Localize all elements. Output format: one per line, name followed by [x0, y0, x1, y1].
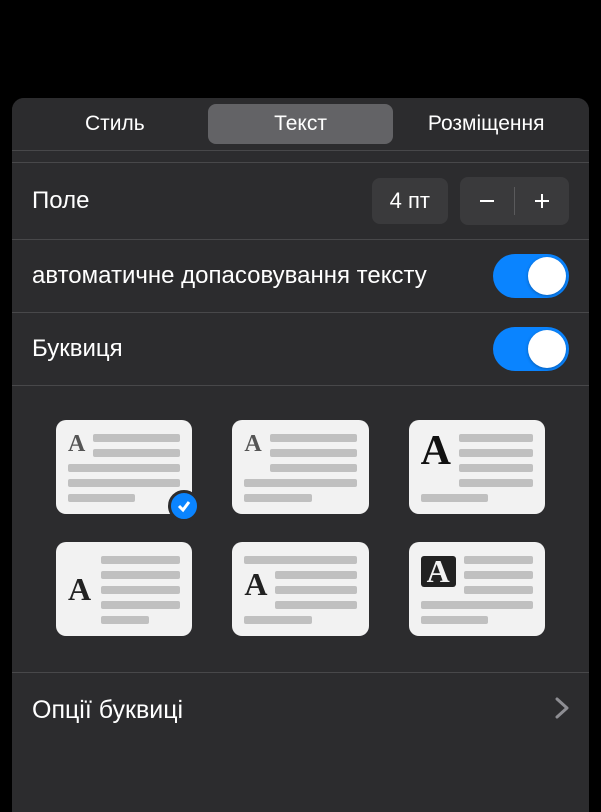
selected-check-icon — [168, 490, 200, 522]
autofit-toggle[interactable] — [493, 254, 569, 298]
margin-increase-button[interactable] — [515, 177, 569, 225]
autofit-label: автоматичне допасовування тексту — [32, 261, 493, 291]
dropcap-toggle[interactable] — [493, 327, 569, 371]
dropcap-options-label: Опції буквиці — [32, 696, 555, 725]
dropcap-style-6[interactable]: A — [409, 542, 545, 636]
margin-row: Поле 4 пт — [12, 163, 589, 240]
chevron-right-icon — [555, 695, 569, 726]
margin-stepper — [460, 177, 569, 225]
dropcap-options-row[interactable]: Опції буквиці — [12, 673, 589, 748]
margin-decrease-button[interactable] — [460, 177, 514, 225]
dropcap-style-4[interactable]: A — [56, 542, 192, 636]
dropcap-label: Буквиця — [32, 335, 493, 363]
tab-arrange[interactable]: Розміщення — [393, 104, 579, 144]
tab-style[interactable]: Стиль — [22, 104, 208, 144]
tab-text[interactable]: Текст — [208, 104, 394, 144]
dropcap-row: Буквиця — [12, 313, 589, 386]
dropcap-style-3[interactable]: A — [409, 420, 545, 514]
dropcap-style-grid: A A — [12, 386, 589, 673]
margin-value[interactable]: 4 пт — [372, 178, 448, 224]
margin-label: Поле — [32, 187, 372, 215]
dropcap-style-2[interactable]: A — [232, 420, 368, 514]
format-tabs: Стиль Текст Розміщення — [12, 98, 589, 150]
dropcap-style-1[interactable]: A — [56, 420, 192, 514]
autofit-row: автоматичне допасовування тексту — [12, 240, 589, 313]
dropcap-style-5[interactable]: A — [232, 542, 368, 636]
